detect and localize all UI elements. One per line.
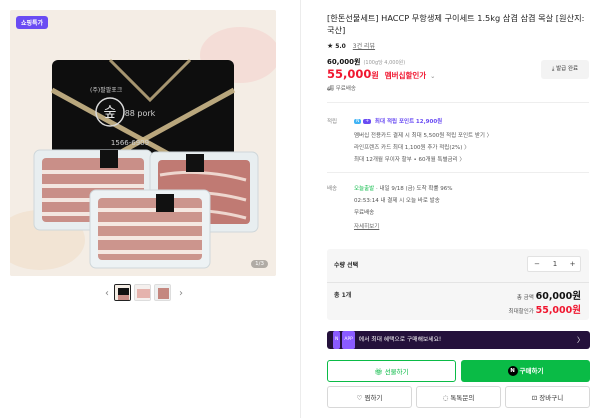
max-discount-label: 최대할인가 xyxy=(508,309,534,315)
talktalk-label: 톡톡문의 xyxy=(450,394,475,402)
original-price: 60,000원 xyxy=(327,58,361,66)
app-badge: APP xyxy=(342,331,355,349)
truck-icon: 🚚︎ xyxy=(327,86,336,92)
quantity-value[interactable]: 1 xyxy=(546,257,564,271)
buy-button[interactable]: N 구매하기 xyxy=(461,360,590,382)
max-discount-value: 55,000원 xyxy=(535,305,581,316)
total-price-label: 총 금액 xyxy=(516,295,534,301)
sale-price: 55,000 xyxy=(327,67,372,81)
max-point-row: N + 최대 적립 포인트 12,900원 xyxy=(354,117,442,125)
svg-text:숲: 숲 xyxy=(104,105,117,121)
cart-button[interactable]: ⊡ 장바구니 xyxy=(505,386,590,408)
thumbnail-1[interactable] xyxy=(114,284,131,301)
shipping-free: 무료배송 xyxy=(354,210,375,216)
shipping-detail-link[interactable]: 자세히보기 xyxy=(354,222,379,230)
product-gallery: 숲 88 pork (주)팔팔포크 1566-6909 쇼핑특가 1/3 ‹ › xyxy=(0,0,300,418)
coupon-issued-button[interactable]: ⤓ 발급 완료 xyxy=(541,60,589,79)
svg-text:88 pork: 88 pork xyxy=(125,109,156,118)
meat-gift-set-illustration: 숲 88 pork (주)팔팔포크 1566-6909 xyxy=(10,10,276,276)
chevron-left-icon[interactable]: ‹ xyxy=(102,288,112,300)
quantity-stepper: − 1 + xyxy=(527,256,581,272)
cart-label: 장바구니 xyxy=(539,394,564,402)
membership-price-label: 멤버십할인가 xyxy=(384,71,427,80)
divider xyxy=(327,172,589,173)
review-link[interactable]: 3건 리뷰 xyxy=(353,43,375,50)
shipping-label: 배송 xyxy=(327,186,338,192)
naver-pay-icon: N xyxy=(507,366,518,376)
naver-n-badge: N xyxy=(354,119,362,124)
total-price-value: 60,000원 xyxy=(535,291,581,302)
free-shipping-row: 🚚︎ 무료배송 xyxy=(327,84,356,92)
won-unit: 원 xyxy=(371,71,379,80)
divider xyxy=(327,282,589,283)
coupon-button-label: 발급 완료 xyxy=(556,66,579,72)
quantity-title: 수량 선택 xyxy=(334,262,359,269)
sale-price-row: 55,000원 멤버십할인가 ⌄ xyxy=(327,67,435,81)
app-promo-banner[interactable]: N APP 에서 최대 혜택으로 구매해보세요! 〉 xyxy=(327,331,590,349)
plus-button[interactable]: + xyxy=(564,257,581,271)
wishlist-label: 찜하기 xyxy=(364,394,383,402)
product-info: [한돈선물세트] HACCP 무항생제 구이세트 1.5kg 삼겹 삼겹 목살 … xyxy=(327,0,600,418)
banner-text: 에서 최대 혜택으로 구매해보세요! xyxy=(358,337,442,343)
max-discount-row: 최대할인가 55,000원 xyxy=(509,302,581,316)
svg-text:1566-6909: 1566-6909 xyxy=(111,139,149,147)
shipping-cutoff: 02:53:14 내 결제 시 오늘 바로 발송 xyxy=(354,198,440,204)
benefit-line-3[interactable]: 최대 12개월 무이자 할부 • 60개월 특별금리 〉 xyxy=(354,155,465,163)
column-divider xyxy=(300,0,301,418)
main-product-image[interactable]: 숲 88 pork (주)팔팔포크 1566-6909 쇼핑특가 1/3 xyxy=(10,10,276,276)
talktalk-inquiry-button[interactable]: ◌ 톡톡문의 xyxy=(416,386,501,408)
gift-button-label: 선물하기 xyxy=(384,368,409,376)
free-shipping-label: 무료배송 xyxy=(335,86,356,92)
gift-button[interactable]: 🎁︎ 선물하기 xyxy=(327,360,456,382)
shopping-deal-badge: 쇼핑특가 xyxy=(16,16,49,29)
chevron-right-icon[interactable]: › xyxy=(176,288,186,300)
minus-button[interactable]: − xyxy=(528,257,546,271)
buy-button-label: 구매하기 xyxy=(519,367,544,375)
thumbnail-2[interactable] xyxy=(134,284,151,301)
chevron-right-icon: 〉 xyxy=(577,336,584,344)
star-icon: ★ xyxy=(327,42,334,50)
rating-row: ★ 5.0 3건 리뷰 xyxy=(327,41,375,50)
unit-price: (100g당 4,000원) xyxy=(363,60,406,66)
benefit-line-2[interactable]: 라인프렌즈 카드 최대 1,100원 추가 적립(2%) 〉 xyxy=(354,143,470,151)
rating-value: 5.0 xyxy=(335,43,346,50)
total-price-row: 총 금액 60,000원 xyxy=(517,288,581,302)
gift-icon: 🎁︎ xyxy=(374,368,385,376)
product-title: [한돈선물세트] HACCP 무항생제 구이세트 1.5kg 삼겹 삼겹 목살 … xyxy=(327,13,585,35)
plus-badge: + xyxy=(363,119,372,124)
thumbnail-3[interactable] xyxy=(154,284,171,301)
total-count: 총 1개 xyxy=(334,292,352,299)
quantity-option-box: 수량 선택 − 1 + 총 1개 총 금액 60,000원 최대할인가 55,0… xyxy=(327,249,589,320)
benefits-label: 적립 xyxy=(327,119,338,125)
chevron-down-icon[interactable]: ⌄ xyxy=(430,73,435,80)
thumbnail-strip: ‹ › xyxy=(102,284,192,304)
shipping-arrival-row: 오늘출발 · 내일 9/18 (금) 도착 확률 96% xyxy=(354,184,453,192)
original-price-row: 60,000원 (100g당 4,000원) xyxy=(327,57,405,67)
svg-text:(주)팔팔포크: (주)팔팔포크 xyxy=(90,87,123,94)
max-point-label: 최대 적립 포인트 xyxy=(374,119,415,125)
arrival-info: · 내일 9/18 (금) 도착 확률 96% xyxy=(374,186,453,192)
image-counter: 1/3 xyxy=(251,260,268,268)
max-point-value: 12,900원 xyxy=(415,119,443,125)
benefit-line-1[interactable]: 멤버십 전용카드 결제 시 최대 5,500원 적립 포인트 받기 〉 xyxy=(354,131,492,139)
naver-n-badge: N xyxy=(333,331,341,349)
divider xyxy=(327,102,589,103)
wishlist-button[interactable]: ♡ 찜하기 xyxy=(327,386,412,408)
today-dispatch-label: 오늘출발 xyxy=(354,186,375,192)
